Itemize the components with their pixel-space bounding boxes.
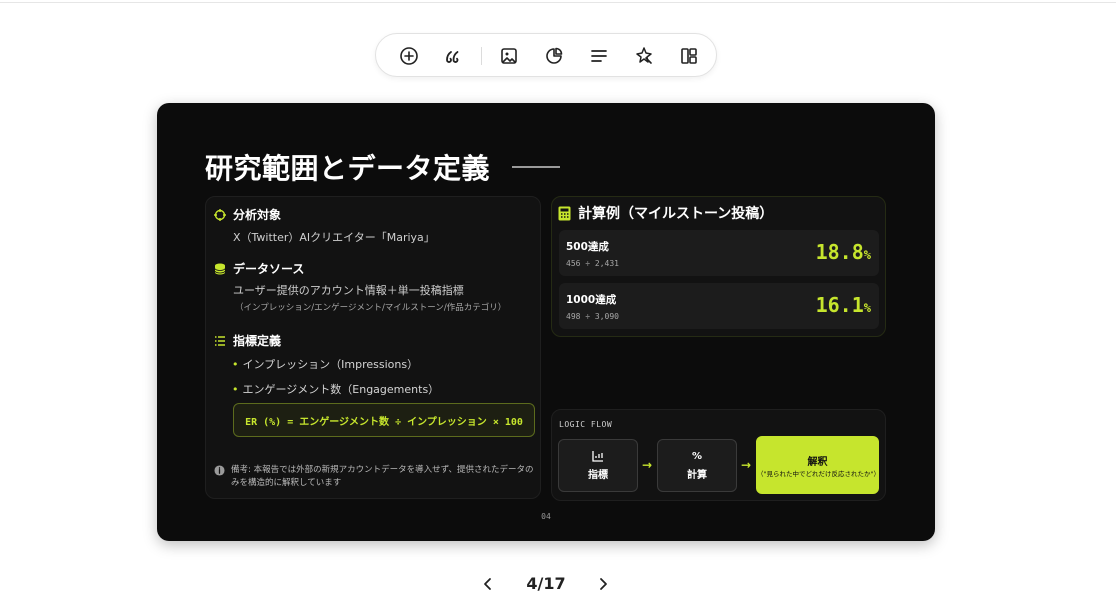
- plus-circle-icon: [400, 47, 418, 65]
- calc-heading-label: 計算例（マイルストーン投稿）: [578, 206, 774, 222]
- info-icon: [214, 465, 225, 476]
- next-slide-button[interactable]: [594, 575, 612, 593]
- layout-icon: [681, 48, 697, 64]
- text-align-button[interactable]: [587, 44, 611, 68]
- calc-examples-panel: 計算例（マイルストーン投稿） 500達成 456 ÷ 2,431 18.8% 1…: [551, 196, 886, 337]
- flow-step-metric: 指標: [558, 439, 638, 492]
- image-button[interactable]: [497, 44, 521, 68]
- floating-toolbar: [375, 33, 717, 77]
- logic-flow-panel: LOGIC FLOW 指標 → % 計算 → 解釈 （"見られた中でどれだけ反応…: [551, 409, 886, 501]
- toolbar-separator: [481, 47, 482, 65]
- bar-chart-icon: [592, 451, 603, 462]
- metric-heading-label: 指標定義: [233, 334, 282, 348]
- slide-canvas[interactable]: 研究範囲とデータ定義 分析対象 X（Twitter）AIクリエイター「Mariy…: [157, 103, 935, 541]
- calculator-icon: [558, 206, 571, 220]
- chart-button[interactable]: [542, 44, 566, 68]
- logic-flow-label: LOGIC FLOW: [559, 420, 613, 429]
- crosshair-icon: [214, 208, 226, 221]
- flow-step-interpret: 解釈 （"見られた中でどれだけ反応されたか"）: [756, 436, 880, 494]
- list-icon: [214, 335, 226, 347]
- text-align-icon: [591, 50, 607, 62]
- calc-card-label: 500達成: [566, 241, 609, 253]
- magic-button[interactable]: [632, 44, 656, 68]
- source-text: ユーザー提供のアカウント情報＋単一投稿指標: [233, 284, 464, 297]
- note-text: 備考: 本報告では外部の新規アカウントデータを導入せず、提供されたデータのみを構…: [231, 465, 534, 488]
- chevron-right-icon: [600, 578, 607, 590]
- target-heading-label: 分析対象: [233, 208, 282, 222]
- metric-item: • インプレッション（Impressions）: [232, 358, 419, 371]
- source-heading-label: データソース: [233, 262, 305, 276]
- target-text: X（Twitter）AIクリエイター「Mariya」: [233, 231, 435, 244]
- flow-arrow: →: [642, 458, 653, 472]
- slide-title: 研究範囲とデータ定義: [205, 152, 491, 185]
- metric-heading: 指標定義: [214, 332, 281, 349]
- calc-card-value: 18.8%: [815, 240, 871, 264]
- calc-card-label: 1000達成: [566, 294, 617, 306]
- flow-step-calc: % 計算: [657, 439, 737, 492]
- calc-heading: 計算例（マイルストーン投稿）: [558, 203, 773, 223]
- source-heading: データソース: [214, 260, 304, 277]
- percent-icon: %: [691, 450, 703, 462]
- chevron-left-icon: [484, 578, 491, 590]
- quote-button[interactable]: [441, 44, 465, 68]
- calc-card-formula: 498 ÷ 3,090: [566, 312, 619, 321]
- note: 備考: 本報告では外部の新規アカウントデータを導入せず、提供されたデータのみを構…: [214, 464, 538, 490]
- page-indicator: 4/17: [526, 574, 566, 593]
- pie-chart-icon: [546, 47, 563, 64]
- source-subtext: （インプレッション/エンゲージメント/マイルストーン/作品カテゴリ）: [235, 303, 507, 313]
- prev-slide-button[interactable]: [479, 575, 497, 593]
- top-divider: [0, 2, 1116, 3]
- metric-item: • エンゲージメント数（Engagements）: [232, 383, 440, 396]
- calc-card-value: 16.1%: [815, 293, 871, 317]
- er-formula: ER (%) = エンゲージメント数 ÷ インプレッション × 100: [233, 403, 535, 437]
- magic-sparkle-icon: [636, 47, 652, 64]
- flow-arrow: →: [741, 458, 752, 472]
- calc-card-1000: 1000達成 498 ÷ 3,090 16.1%: [559, 283, 879, 329]
- slide-pager: 4/17: [478, 572, 612, 596]
- add-element-button[interactable]: [397, 44, 421, 68]
- slide-page-number: 04: [541, 512, 551, 521]
- layout-button[interactable]: [677, 44, 701, 68]
- title-decorative-line: [512, 166, 560, 168]
- image-icon: [501, 48, 517, 64]
- database-icon: [214, 263, 226, 275]
- calc-card-formula: 456 ÷ 2,431: [566, 259, 619, 268]
- calc-card-500: 500達成 456 ÷ 2,431 18.8%: [559, 230, 879, 276]
- target-heading: 分析対象: [214, 206, 281, 223]
- quote-icon: [446, 51, 459, 63]
- definitions-panel: 分析対象 X（Twitter）AIクリエイター「Mariya」 データソース ユ…: [205, 196, 541, 499]
